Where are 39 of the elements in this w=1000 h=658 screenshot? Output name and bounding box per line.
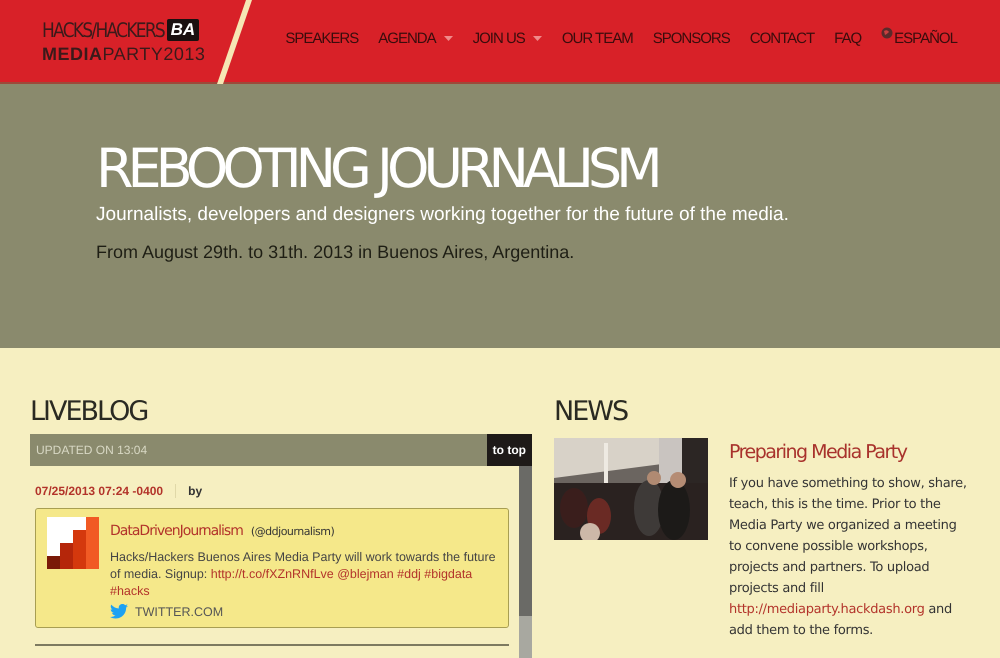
tweet-link[interactable]: #hacks	[110, 584, 150, 598]
to-top-button[interactable]: to top	[486, 434, 532, 466]
news-summary: If you have something to show, share, teach, this is the time. Prior to the Media Party we organized a meeting to convene possible workshops, projects and partners. To upload projects and fill http://mediaparty.hackdash.org and add them to the forms.	[729, 475, 968, 640]
scrollbar[interactable]	[519, 466, 532, 658]
section-heading: LIVEBLOG	[30, 396, 148, 428]
logo-badge: BA	[166, 19, 200, 41]
globe-icon	[881, 26, 894, 38]
nav-link[interactable]: JOIN US	[462, 30, 552, 46]
tweet-link[interactable]: #ddj	[397, 567, 421, 581]
tweet-link[interactable]: http://t.co/fXZnRNfLve	[210, 567, 334, 581]
nav-link[interactable]: SPONSORS	[642, 30, 740, 46]
bird-icon	[110, 604, 128, 619]
nav-link[interactable]: CONTACT	[740, 30, 824, 46]
avatar-logo-icon	[47, 517, 99, 569]
tweet-source[interactable]: TWITTER.COM	[135, 604, 224, 618]
hero-subtitle: Journalists, developers and designers working together for the future of the media.	[96, 204, 790, 226]
hero-title: REBOOTING JOURNALISM	[96, 136, 658, 202]
tweet-link[interactable]: #bigdata	[424, 567, 472, 581]
logo-text[interactable]: HACKS/HACKERS	[42, 18, 164, 42]
caret-icon	[532, 36, 542, 40]
tweet-link[interactable]: @blejman	[337, 567, 394, 581]
news-link[interactable]: http://mediaparty.hackdash.org	[729, 602, 925, 617]
language-link[interactable]: ESPAÑOL	[871, 30, 967, 46]
section-heading: NEWS	[554, 396, 629, 428]
entry-timestamp: 07/25/2013 07:24 -0400	[35, 484, 176, 498]
tweet-text: Hacks/Hackers Buenos Aires Media Party will work towards the future of media. Signup: http://t.co/fXZnRNfLve @blejman #ddj #bigdata #hacks	[110, 549, 497, 600]
caret-icon	[444, 36, 453, 40]
entry-author-label: by	[188, 484, 202, 498]
nav-link[interactable]: SPEAKERS	[275, 30, 368, 46]
news-title[interactable]: Preparing Media Party	[729, 441, 969, 463]
tweet-author[interactable]: DataDrivenJournalism	[110, 523, 243, 539]
event-dates: From August 29th. to 31th. 2013 in Buenos Aires, Argentina.	[96, 242, 576, 263]
nav-link[interactable]: AGENDA	[368, 30, 463, 46]
updated-time: UPDATED ON 13:04	[35, 443, 148, 457]
nav-link[interactable]: FAQ	[824, 30, 872, 46]
scrollbar-thumb[interactable]	[519, 466, 532, 616]
nav-link[interactable]: OUR TEAM	[552, 30, 643, 46]
logo-subtitle: MEDIAPARTY2013	[42, 44, 206, 64]
tweet-handle: (@ddjournalism)	[250, 525, 334, 538]
